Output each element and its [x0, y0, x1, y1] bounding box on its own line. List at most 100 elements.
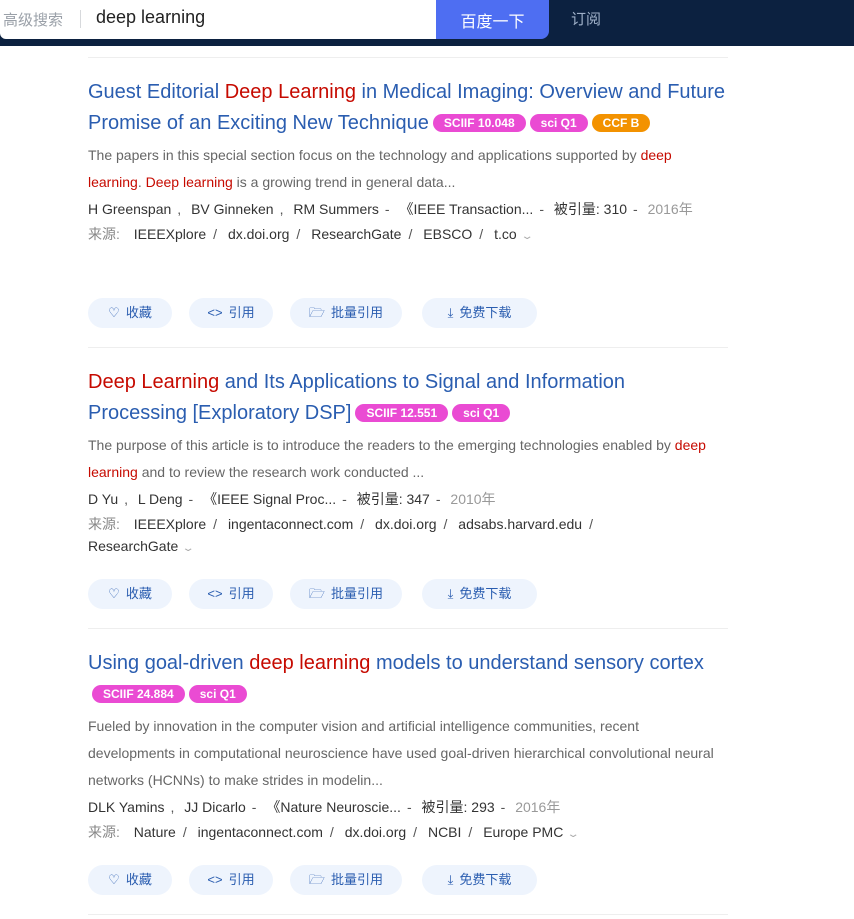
- download-icon: ⤓: [447, 586, 454, 601]
- folder-plus-icon: 🗁: [308, 305, 326, 320]
- source-link[interactable]: adsabs.harvard.edu: [458, 516, 582, 532]
- source-link[interactable]: t.co: [494, 226, 517, 242]
- source-link[interactable]: IEEEXplore: [134, 516, 206, 532]
- result-meta: D Yu, L Deng - 《IEEE Signal Proc... - 被引量:…: [88, 491, 496, 507]
- publication-year: 2016年: [647, 201, 693, 217]
- result-abstract: The purpose of this article is to introd…: [88, 437, 706, 480]
- folder-plus-icon: 🗁: [308, 586, 326, 601]
- sci-quartile-badge: sci Q1: [452, 404, 511, 422]
- favorite-button[interactable]: ♡ 收藏: [88, 298, 172, 328]
- title-highlight: deep learning: [249, 652, 371, 674]
- author-link[interactable]: JJ Dicarlo: [184, 799, 245, 815]
- result-item: Using goal-driven deep learning models t…: [88, 648, 728, 846]
- citations-count[interactable]: 347: [406, 491, 429, 507]
- title-text: Guest Editorial: [88, 81, 225, 103]
- cite-button[interactable]: <> 引用: [189, 298, 273, 328]
- source-label: 来源:: [88, 516, 120, 532]
- free-download-button[interactable]: ⤓ 免费下载: [422, 298, 537, 328]
- citations-count[interactable]: 310: [604, 201, 627, 217]
- result-sources: 来源: IEEEXplore / dx.doi.org / ResearchGate…: [88, 223, 728, 248]
- source-link[interactable]: dx.doi.org: [345, 824, 406, 840]
- sciif-badge: SCIIF 12.551: [355, 404, 449, 422]
- search-box: 高级搜索: [0, 0, 436, 39]
- free-download-button[interactable]: ⤓ 免费下载: [422, 579, 537, 609]
- citations-label: 被引量:: [553, 201, 600, 217]
- search-divider: [80, 10, 81, 28]
- code-brackets-icon: <>: [207, 872, 223, 887]
- ccf-badge: CCF B: [591, 114, 651, 132]
- result-abstract: The papers in this special section focus…: [88, 147, 672, 190]
- citations-label: 被引量:: [421, 799, 468, 815]
- source-link[interactable]: ingentaconnect.com: [228, 516, 353, 532]
- result-title[interactable]: Using goal-driven deep learning models t…: [88, 648, 728, 710]
- source-label: 来源:: [88, 824, 120, 840]
- batch-cite-button[interactable]: 🗁 批量引用: [290, 298, 402, 328]
- heart-icon: ♡: [108, 586, 120, 601]
- source-link[interactable]: Nature: [134, 824, 176, 840]
- top-bar: 高级搜索 百度一下 订阅: [0, 0, 854, 46]
- search-input[interactable]: [92, 4, 430, 30]
- source-link[interactable]: NCBI: [428, 824, 461, 840]
- chevron-down-icon[interactable]: ⌄: [567, 824, 580, 846]
- sci-quartile-badge: sci Q1: [188, 685, 247, 703]
- folder-plus-icon: 🗁: [308, 872, 326, 887]
- author-link[interactable]: D Yu: [88, 491, 118, 507]
- source-link[interactable]: ingentaconnect.com: [198, 824, 323, 840]
- title-text: models to understand sensory cortex: [370, 652, 704, 674]
- result-divider: [88, 628, 728, 629]
- author-link[interactable]: BV Ginneken: [191, 201, 274, 217]
- source-link[interactable]: EBSCO: [423, 226, 472, 242]
- title-text: Using goal-driven: [88, 652, 250, 674]
- result-abstract: Fueled by innovation in the computer vis…: [88, 718, 714, 788]
- sci-quartile-badge: sci Q1: [529, 114, 588, 132]
- free-download-button[interactable]: ⤓ 免费下载: [422, 865, 537, 895]
- source-link[interactable]: ResearchGate: [88, 538, 178, 554]
- heart-icon: ♡: [108, 305, 120, 320]
- author-link[interactable]: H Greenspan: [88, 201, 171, 217]
- citations-label: 被引量:: [356, 491, 403, 507]
- source-link[interactable]: ResearchGate: [311, 226, 401, 242]
- heart-icon: ♡: [108, 872, 120, 887]
- chevron-down-icon[interactable]: ⌄: [520, 226, 533, 248]
- result-title[interactable]: Guest Editorial Deep Learning in Medical…: [88, 77, 728, 139]
- publication-year: 2010年: [450, 491, 496, 507]
- source-label: 来源:: [88, 226, 120, 242]
- author-link[interactable]: DLK Yamins: [88, 799, 165, 815]
- download-icon: ⤓: [447, 305, 454, 320]
- source-link[interactable]: IEEEXplore: [134, 226, 206, 242]
- subscribe-link[interactable]: 订阅: [571, 8, 601, 29]
- download-icon: ⤓: [447, 872, 454, 887]
- publication-year: 2016年: [515, 799, 561, 815]
- favorite-button[interactable]: ♡ 收藏: [88, 579, 172, 609]
- result-meta: H Greenspan, BV Ginneken, RM Summers - 《I…: [88, 201, 693, 217]
- result-sources: 来源: IEEEXplore / ingentaconnect.com / dx.d…: [88, 513, 728, 560]
- cite-button[interactable]: <> 引用: [189, 579, 273, 609]
- source-link[interactable]: dx.doi.org: [375, 516, 436, 532]
- top-divider: [88, 57, 728, 58]
- sciif-badge: SCIIF 10.048: [432, 114, 526, 132]
- journal-link[interactable]: 《IEEE Transaction...: [399, 201, 533, 217]
- code-brackets-icon: <>: [207, 586, 223, 601]
- result-meta: DLK Yamins, JJ Dicarlo - 《Nature Neurosci…: [88, 799, 561, 815]
- source-link[interactable]: Europe PMC: [483, 824, 563, 840]
- author-link[interactable]: L Deng: [138, 491, 183, 507]
- search-button[interactable]: 百度一下: [436, 0, 549, 39]
- author-link[interactable]: RM Summers: [293, 201, 379, 217]
- journal-link[interactable]: 《Nature Neuroscie...: [266, 799, 401, 815]
- journal-link[interactable]: 《IEEE Signal Proc...: [203, 491, 336, 507]
- advanced-search-link[interactable]: 高级搜索: [3, 9, 63, 30]
- source-link[interactable]: dx.doi.org: [228, 226, 289, 242]
- citations-count[interactable]: 293: [471, 799, 494, 815]
- batch-cite-button[interactable]: 🗁 批量引用: [290, 579, 402, 609]
- result-item: Guest Editorial Deep Learning in Medical…: [88, 77, 728, 248]
- cite-button[interactable]: <> 引用: [189, 865, 273, 895]
- result-divider: [88, 914, 728, 915]
- sciif-badge: SCIIF 24.884: [92, 685, 185, 703]
- result-title[interactable]: Deep Learning and Its Applications to Si…: [88, 367, 728, 429]
- code-brackets-icon: <>: [207, 305, 223, 320]
- batch-cite-button[interactable]: 🗁 批量引用: [290, 865, 402, 895]
- title-highlight: Deep Learning: [88, 371, 220, 393]
- result-divider: [88, 347, 728, 348]
- chevron-down-icon[interactable]: ⌄: [182, 538, 195, 560]
- favorite-button[interactable]: ♡ 收藏: [88, 865, 172, 895]
